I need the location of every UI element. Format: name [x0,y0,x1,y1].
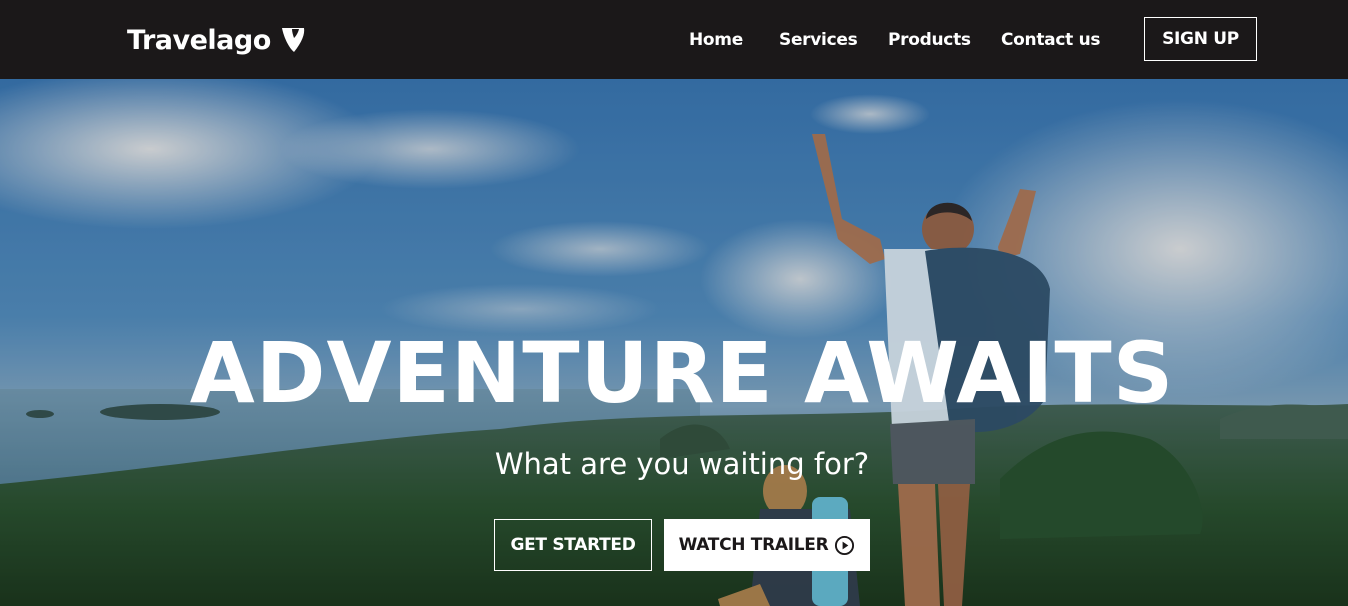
nav-services-link[interactable]: Services [779,26,858,54]
watch-trailer-label: WATCH TRAILER [678,535,829,555]
sign-up-button[interactable]: SIGN UP [1144,17,1257,61]
get-started-button[interactable]: GET STARTED [494,519,652,571]
play-circle-icon [835,535,855,555]
top-navbar: Travelago Home Services Products Contact… [0,0,1348,79]
hero-section: ADVENTURE AWAITS What are you waiting fo… [0,79,1348,606]
watch-trailer-button[interactable]: WATCH TRAILER [664,519,870,571]
nav-home-link[interactable]: Home [689,26,743,54]
hero-subheadline: What are you waiting for? [494,447,870,481]
hero-headline: ADVENTURE AWAITS [189,324,1175,422]
nav-contact-link[interactable]: Contact us [1001,26,1101,54]
nav-products-link[interactable]: Products [888,26,971,54]
